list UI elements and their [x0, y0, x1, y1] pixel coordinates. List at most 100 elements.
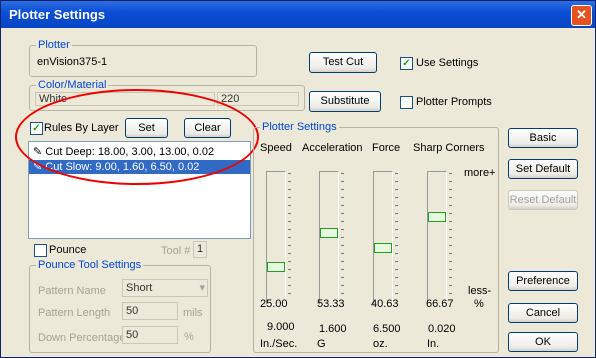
pattern-length-value: 50: [126, 305, 139, 317]
less-label: less-: [468, 285, 492, 297]
slider-tick: [449, 277, 452, 278]
reset-default-button[interactable]: Reset Default: [508, 190, 578, 210]
acceleration-ticks: [341, 173, 345, 301]
sharp-corners-slider-thumb[interactable]: [428, 212, 446, 222]
slider-tick: [288, 253, 291, 254]
slider-tick: [395, 261, 398, 262]
slider-tick: [341, 285, 344, 286]
more-label: more+: [464, 167, 496, 179]
slider-tick: [288, 221, 291, 222]
slider-tick: [449, 197, 452, 198]
slider-tick: [288, 269, 291, 270]
slider-tick: [341, 213, 344, 214]
pattern-length-unit: mils: [183, 307, 203, 319]
slider-tick: [449, 245, 452, 246]
force-slider[interactable]: [373, 171, 393, 305]
slider-tick: [288, 229, 291, 230]
slider-tick: [288, 173, 291, 174]
use-settings-label: Use Settings: [416, 57, 479, 69]
sharp-corners-unit: In.: [427, 338, 440, 350]
slider-tick: [288, 205, 291, 206]
slider-tick: [395, 237, 398, 238]
plotter-prompts-checkbox[interactable]: [400, 96, 413, 109]
slider-tick: [395, 269, 398, 270]
slider-tick: [395, 213, 398, 214]
pounce-tool-settings-label: Pounce Tool Settings: [36, 259, 144, 271]
sharp-corners-ticks: [449, 173, 453, 301]
force-slider-thumb[interactable]: [374, 243, 392, 253]
plotter-group-label: Plotter: [36, 39, 72, 51]
preference-button[interactable]: Preference: [508, 271, 578, 291]
slider-tick: [449, 213, 452, 214]
slider-tick: [288, 277, 291, 278]
slider-tick: [395, 189, 398, 190]
slider-tick: [395, 293, 398, 294]
slider-tick: [449, 189, 452, 190]
down-percentage-field: 50: [122, 326, 178, 344]
slider-tick: [395, 229, 398, 230]
annotation-ellipse: [15, 89, 259, 185]
slider-tick: [395, 173, 398, 174]
tool-number-label: Tool #: [161, 245, 191, 257]
slider-tick: [395, 197, 398, 198]
force-unit: oz.: [373, 338, 388, 350]
force-header: Force: [372, 142, 401, 154]
force-ticks: [395, 173, 399, 301]
slider-tick: [341, 237, 344, 238]
test-cut-button[interactable]: Test Cut: [309, 52, 377, 73]
percent-label: %: [474, 298, 484, 310]
slider-tick: [449, 173, 452, 174]
pattern-name-value: Short: [126, 282, 153, 294]
speed-slider[interactable]: [266, 171, 286, 305]
use-settings-checkbox[interactable]: ✓: [400, 57, 413, 70]
slider-tick: [288, 245, 291, 246]
slider-tick: [395, 285, 398, 286]
speed-value: 9.000: [267, 321, 295, 333]
title-bar[interactable]: Plotter Settings ✕: [1, 1, 595, 28]
sharp-corners-value: 0.020: [428, 323, 456, 335]
tool-number-field: 1: [193, 241, 207, 258]
set-default-label: Set Default: [515, 163, 571, 175]
ok-label: OK: [535, 336, 551, 348]
close-icon[interactable]: ✕: [571, 5, 592, 26]
set-default-button[interactable]: Set Default: [508, 159, 578, 179]
speed-slider-thumb[interactable]: [267, 262, 285, 272]
slider-tick: [288, 213, 291, 214]
acceleration-slider[interactable]: [319, 171, 339, 305]
sharp-corners-slider[interactable]: [427, 171, 447, 305]
slider-tick: [341, 253, 344, 254]
down-percentage-label: Down Percentage: [38, 332, 126, 344]
slider-tick: [395, 205, 398, 206]
acceleration-header: Acceleration: [302, 142, 363, 154]
slider-tick: [341, 173, 344, 174]
speed-ticks: [288, 173, 292, 301]
slider-tick: [341, 205, 344, 206]
tool-number-value: 1: [197, 243, 204, 255]
window-title: Plotter Settings: [9, 7, 106, 22]
slider-tick: [341, 277, 344, 278]
preference-label: Preference: [516, 275, 570, 287]
slider-tick: [288, 181, 291, 182]
pounce-label: Pounce: [49, 244, 87, 256]
slider-tick: [288, 197, 291, 198]
cancel-button[interactable]: Cancel: [508, 303, 578, 323]
force-value: 6.500: [373, 323, 401, 335]
slider-tick: [449, 293, 452, 294]
slider-tick: [341, 229, 344, 230]
cancel-label: Cancel: [525, 307, 561, 319]
slider-tick: [395, 221, 398, 222]
ok-button[interactable]: OK: [508, 332, 578, 352]
slider-tick: [449, 285, 452, 286]
plotter-name: enVision375-1: [37, 56, 108, 68]
acceleration-slider-thumb[interactable]: [320, 228, 338, 238]
pounce-checkbox[interactable]: [34, 244, 47, 257]
substitute-button[interactable]: Substitute: [309, 91, 381, 112]
basic-label: Basic: [529, 132, 557, 144]
sharp-corners-percent: 66.67: [426, 298, 454, 310]
basic-button[interactable]: Basic: [508, 128, 578, 148]
slider-tick: [449, 237, 452, 238]
color-number-field: 220: [217, 92, 299, 106]
speed-header: Speed: [260, 142, 292, 154]
speed-percent: 25.00: [260, 298, 288, 310]
plotter-prompts-label: Plotter Prompts: [416, 96, 492, 108]
